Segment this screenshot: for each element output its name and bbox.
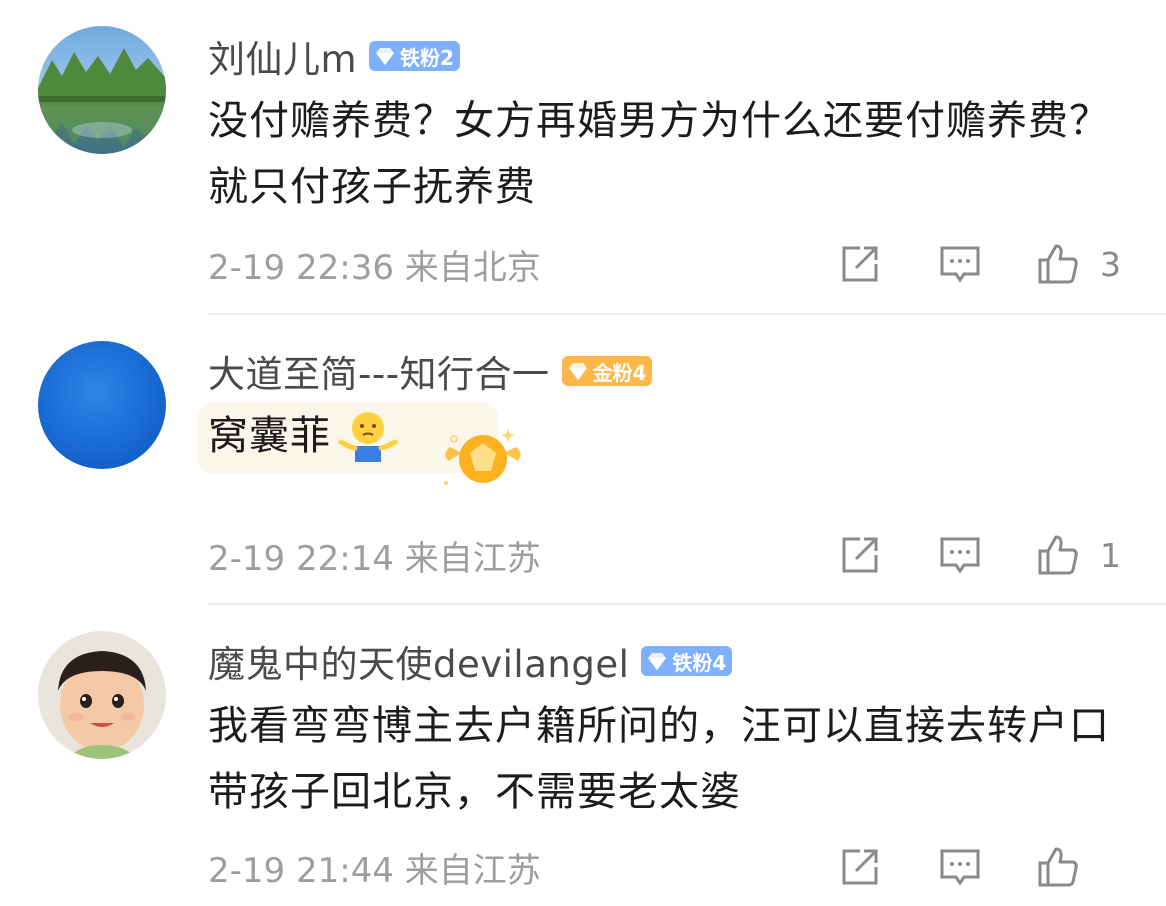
action-bar [838,845,1124,889]
shrug-emoji-icon [338,412,398,462]
crown-diamond-icon [568,363,587,380]
avatar[interactable] [38,341,166,469]
fan-badge[interactable]: 铁粉4 [641,646,733,676]
comment-item: 刘仙儿m 铁粉2 没付赡养费？女方再婚男方为什么还要付赡养费？就只付孩子抚养费 … [0,0,1166,315]
comment-text: 我看弯弯博主去户籍所问的，汪可以直接去转户口带孩子回北京，不需要老太婆 [208,703,1110,815]
like-count: 3 [1100,244,1121,284]
comment-icon[interactable] [938,533,982,577]
comment-content: 魔鬼中的天使devilangel 铁粉4 我看弯弯博主去户籍所问的，汪可以直接去… [208,639,1136,825]
timestamp-location: 2-19 22:14 来自江苏 [208,538,541,579]
thumbs-up-icon[interactable] [1036,533,1080,577]
badge-label: 铁粉2 [400,45,454,70]
action-bar: 3 [838,242,1124,286]
child-avatar-image [38,631,166,759]
badge-label: 金粉4 [592,360,647,385]
share-icon[interactable] [838,845,882,889]
username[interactable]: 刘仙儿m [208,29,357,83]
avatar[interactable] [38,26,166,154]
comment-meta-row: 2-19 22:36 来自北京 3 [208,242,1166,288]
landscape-avatar-image [38,26,166,154]
avatar[interactable] [38,631,166,759]
share-icon[interactable] [838,242,882,286]
fan-badge[interactable]: 铁粉2 [369,41,460,71]
comment-content: 大道至简---知行合一 金粉4 窝囊菲 [198,349,1136,493]
diamond-icon [648,653,667,670]
username[interactable]: 大道至简---知行合一 [208,344,550,398]
username[interactable]: 魔鬼中的天使devilangel [208,634,629,688]
comment-text: 窝囊菲 [208,403,399,469]
thumbs-up-icon[interactable] [1036,242,1080,286]
timestamp-location: 2-19 22:36 来自北京 [208,247,541,288]
comment-item: 大道至简---知行合一 金粉4 窝囊菲 2-19 22:14 来自江苏 1 [0,315,1166,605]
comment-meta-row: 2-19 21:44 来自江苏 [208,845,1166,891]
like-count: 1 [1100,535,1121,575]
comment-content: 刘仙儿m 铁粉2 没付赡养费？女方再婚男方为什么还要付赡养费？就只付孩子抚养费 [208,34,1136,220]
comment-item: 魔鬼中的天使devilangel 铁粉4 我看弯弯博主去户籍所问的，汪可以直接去… [0,605,1166,906]
share-icon[interactable] [838,533,882,577]
action-bar: 1 [838,533,1124,577]
blue-circle-avatar-image [38,341,166,469]
comment-icon[interactable] [938,242,982,286]
gold-fan-sticker-icon [444,429,521,485]
fan-badge[interactable]: 金粉4 [561,356,653,386]
thumbs-up-icon[interactable] [1036,845,1080,889]
diamond-icon [376,48,395,65]
comment-text: 没付赡养费？女方再婚男方为什么还要付赡养费？就只付孩子抚养费 [208,98,1110,210]
timestamp-location: 2-19 21:44 来自江苏 [208,850,541,891]
comment-body: 窝囊菲 [198,393,1136,493]
comment-icon[interactable] [938,845,982,889]
badge-label: 铁粉4 [672,650,727,675]
comment-meta-row: 2-19 22:14 来自江苏 1 [208,533,1166,579]
